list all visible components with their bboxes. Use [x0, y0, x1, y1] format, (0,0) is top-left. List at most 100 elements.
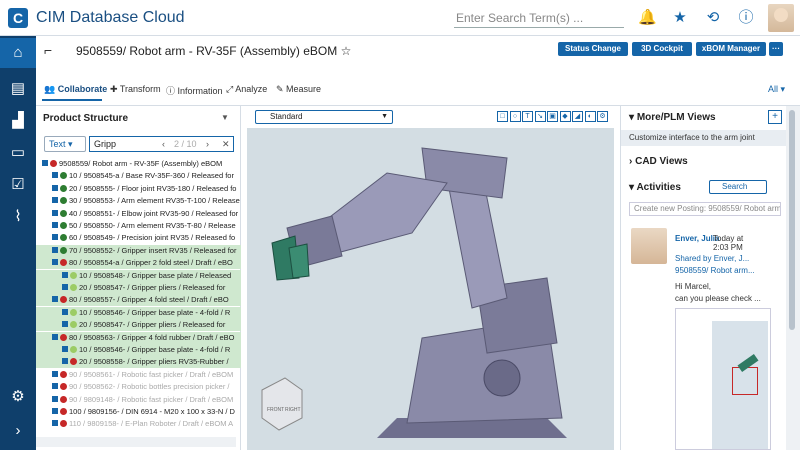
xbom-manager-button[interactable]: xBOM Manager — [696, 42, 766, 56]
cad-views-header[interactable]: › CAD Views — [629, 156, 688, 167]
tree-row[interactable]: 80 / 9508554-a / Gripper 2 fold steel / … — [36, 257, 241, 270]
tree-row[interactable]: 100 / 9809156- / DIN 6914 - M20 x 100 x … — [36, 406, 241, 418]
tab-measure[interactable]: ✎ Measure — [276, 84, 321, 95]
tree-row[interactable]: 90 / 9508562- / Robotic bottles precisio… — [36, 381, 241, 393]
expand-icon[interactable]: › — [0, 416, 36, 446]
tree-row[interactable]: 60 / 9508549- / Precision joint RV35 / R… — [36, 232, 241, 244]
history-icon[interactable]: ⟲ — [705, 10, 721, 26]
viewer-tool-button[interactable]: ⚙ — [597, 111, 608, 122]
info-icon[interactable]: ⓘ — [738, 10, 754, 26]
viewer-tool-button[interactable]: ○ — [509, 111, 521, 122]
app-title: CIM Database Cloud — [36, 9, 185, 26]
app-logo[interactable]: C — [8, 8, 28, 28]
add-view-button[interactable]: + — [768, 110, 782, 124]
posting-input[interactable]: Create new Posting: 9508559/ Robot arm -… — [629, 202, 781, 216]
viewer-tool-button[interactable]: ◢ — [572, 111, 583, 122]
tree-row-label: 20 / 9508555- / Floor joint RV35-180 / R… — [69, 183, 237, 193]
tree-row[interactable]: 20 / 9508547- / Gripper pliers / Release… — [36, 319, 241, 332]
tree-row-label: 30 / 9508553- / Arm element RV35-T-100 /… — [69, 196, 240, 206]
model-canvas[interactable]: FRONT RIGHT — [247, 128, 614, 450]
tree-row-label: 20 / 9508558- / Gripper pliers RV35-Rubb… — [79, 357, 229, 367]
viewer-tool-button[interactable]: ◆ — [559, 111, 571, 122]
post-attachment-image[interactable] — [675, 308, 771, 450]
author-avatar[interactable] — [631, 228, 667, 264]
tree-row[interactable]: 20 / 9508558- / Gripper pliers RV35-Rubb… — [36, 356, 241, 369]
part-icon — [62, 284, 68, 290]
tree-row[interactable]: 80 / 9508563- / Gripper 4 fold rubber / … — [36, 331, 241, 344]
tree-row[interactable]: 40 / 9508551- / Elbow joint RV35-90 / Re… — [36, 208, 241, 220]
projects-icon[interactable]: ▭ — [0, 138, 36, 168]
bell-icon[interactable]: 🔔 — [638, 10, 657, 26]
status-dot-icon — [60, 172, 67, 180]
analytics-icon[interactable]: ⌇ — [0, 202, 36, 232]
viewer-tool-button[interactable]: ↘ — [534, 111, 546, 122]
user-avatar[interactable] — [768, 4, 794, 32]
post-object-link[interactable]: 9508559/ Robot arm... — [675, 266, 755, 275]
tree-row-label: 90 / 9508561- / Robotic fast picker / Dr… — [69, 369, 234, 379]
3d-cockpit-button[interactable]: 3D Cockpit — [632, 42, 692, 56]
tree-row[interactable]: 9508559/ Robot arm - RV-35F (Assembly) e… — [36, 158, 241, 170]
viewer-tool-button[interactable]: T — [522, 111, 533, 122]
more-button[interactable]: ··· — [769, 42, 783, 56]
tree-row[interactable]: 20 / 9508547- / Gripper pliers / Release… — [36, 282, 241, 294]
parts-icon[interactable]: ▟ — [0, 106, 36, 136]
document-icon[interactable]: ▤ — [0, 74, 36, 104]
tree-row[interactable]: 80 / 9508557- / Gripper 4 fold steel / D… — [36, 294, 241, 307]
filter-input[interactable]: Gripp ‹ 2 / 10 › ✕ — [89, 136, 234, 152]
viewer-tool-button[interactable]: ▣ — [547, 111, 558, 122]
prev-match-button[interactable]: ‹ — [162, 137, 165, 151]
tab-information[interactable]: ⓘ Information — [166, 84, 223, 97]
home-icon[interactable]: ⌂ — [0, 38, 36, 68]
viewer-tool-button[interactable]: □ — [497, 111, 508, 122]
settings-icon[interactable]: ⚙ — [0, 382, 36, 412]
status-change-button[interactable]: Status Change — [558, 42, 628, 56]
tree-row-label: 80 / 9508554-a / Gripper 2 fold steel / … — [69, 258, 233, 268]
tree-row[interactable]: 10 / 9508546- / Gripper base plate - 4-f… — [36, 344, 241, 356]
tab-collaborate[interactable]: 👥 Collaborate — [44, 84, 107, 95]
search-input[interactable]: Enter Search Term(s) ... — [454, 10, 624, 28]
scrollbar-thumb[interactable] — [789, 110, 795, 330]
tree-row[interactable]: 30 / 9508553- / Arm element RV35-T-100 /… — [36, 195, 241, 207]
view-select[interactable]: Standard ▼ — [255, 110, 393, 124]
tree-row[interactable]: 90 / 9809148- / Robotic fast picker / Dr… — [36, 394, 241, 406]
status-dot-icon — [60, 383, 67, 391]
tree-row[interactable]: 10 / 9508548- / Gripper base plate / Rel… — [36, 269, 241, 282]
tree-row[interactable]: 10 / 9508545-a / Base RV-35F-360 / Relea… — [36, 170, 241, 182]
part-icon — [52, 197, 58, 204]
tree-row[interactable]: 90 / 9508561- / Robotic fast picker / Dr… — [36, 369, 241, 381]
star-icon[interactable]: ★ — [672, 10, 688, 26]
part-icon — [62, 346, 68, 352]
tab-filter-all[interactable]: All ▾ — [768, 84, 785, 95]
tree-row[interactable]: 20 / 9508555- / Floor joint RV35-180 / R… — [36, 183, 241, 195]
part-icon — [52, 395, 58, 402]
status-dot-icon — [50, 160, 57, 167]
object-header: ⌐ 9508559/ Robot arm - RV-35F (Assembly)… — [36, 36, 800, 106]
tasks-icon[interactable]: ☑ — [0, 170, 36, 200]
part-icon — [52, 209, 58, 216]
chevron-down-icon[interactable]: ▼ — [221, 113, 229, 122]
favorite-star-icon[interactable]: ☆ — [341, 44, 352, 58]
activities-header[interactable]: ▾ Activities — [629, 182, 681, 193]
clear-icon[interactable]: ✕ — [222, 137, 230, 151]
more-plm-views-header[interactable]: ▾ More/PLM Views — [629, 112, 716, 123]
tree-row[interactable]: 70 / 9508552- / Gripper insert RV35 / Re… — [36, 244, 241, 257]
panel-title: Product Structure — [43, 113, 129, 124]
cube-label-front: FRONT — [267, 407, 284, 413]
tree-row[interactable]: 110 / 9809158- / E-Plan Roboter / Draft … — [36, 418, 241, 430]
viewer-tool-button[interactable]: ◐ — [584, 111, 596, 122]
part-icon — [52, 383, 58, 390]
tab-analyze[interactable]: ⤢ Analyze — [226, 84, 267, 95]
tree-row[interactable]: 10 / 9508546- / Gripper base plate - 4-f… — [36, 306, 241, 319]
horizontal-scrollbar[interactable] — [36, 437, 236, 447]
tab-transform[interactable]: ✚ Transform — [110, 84, 161, 95]
view-cube[interactable] — [261, 377, 303, 431]
tree-row-label: 100 / 9809156- / DIN 6914 - M20 x 100 x … — [69, 407, 235, 416]
status-dot-icon — [60, 296, 67, 304]
next-match-button[interactable]: › — [206, 137, 209, 151]
robot-arm-model[interactable]: FRONT RIGHT — [247, 128, 614, 450]
customize-view-item[interactable]: Customize interface to the arm joint — [621, 130, 786, 146]
activities-search-button[interactable]: Search — [709, 180, 767, 194]
post-shared[interactable]: Shared by Enver, J... — [675, 254, 749, 263]
tree-row[interactable]: 50 / 9508550- / Arm element RV35-T-80 / … — [36, 220, 241, 232]
filter-type-select[interactable]: Text ▾ — [44, 136, 86, 152]
